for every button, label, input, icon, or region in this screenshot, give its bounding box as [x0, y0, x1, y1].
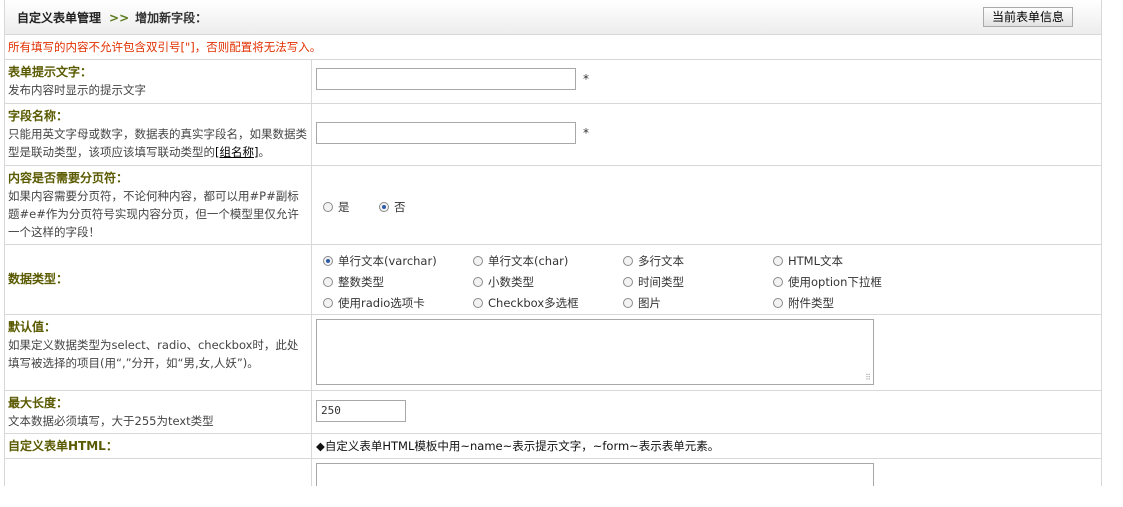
notice-text: 所有填写的内容不允许包含双引号["]，否则配置将无法写入。 — [5, 35, 1101, 60]
row-fieldname: 字段名称： 只能用英文字母或数字，数据表的真实字段名，如果数据类型是联动类型，该… — [5, 104, 1101, 166]
page-header: 自定义表单管理 >> 增加新字段： 当前表单信息 — [5, 0, 1101, 35]
fieldname-input[interactable] — [316, 122, 576, 144]
row-default: 默认值： 如果定义数据类型为select、radio、checkbox时，此处填… — [5, 315, 1101, 391]
option-label: 多行文本 — [638, 254, 684, 268]
option-label: 单行文本(char) — [488, 254, 569, 268]
field-desc: 发布内容时显示的提示文字 — [8, 83, 146, 97]
radio-icon[interactable] — [323, 276, 333, 287]
html-hint: ◆自定义表单HTML模板中用~name~表示提示文字，~form~表示表单元素。 — [316, 439, 720, 453]
option-label: 是 — [338, 200, 350, 214]
datatype-option[interactable]: 使用option下拉框 — [773, 274, 882, 290]
breadcrumb-separator: >> — [109, 11, 130, 25]
pagebreak-option-yes[interactable]: 是 — [323, 199, 350, 215]
option-label: 单行文本(varchar) — [338, 254, 437, 268]
row-html: 自定义表单HTML： ◆自定义表单HTML模板中用~name~表示提示文字，~f… — [5, 434, 1101, 459]
row-maxlength: 最大长度： 文本数据必须填写，大于255为text类型 250 — [5, 391, 1101, 434]
option-label: 使用option下拉框 — [788, 275, 882, 289]
row-label: 自定义表单HTML： — [5, 434, 312, 458]
row-itemname: 表单提示文字： 发布内容时显示的提示文字 * — [5, 60, 1101, 104]
option-label: 否 — [394, 200, 406, 214]
radio-icon[interactable] — [773, 255, 783, 266]
option-label: 附件类型 — [788, 296, 834, 310]
datatype-option[interactable]: 小数类型 — [473, 274, 534, 290]
row-label: 数据类型： — [5, 245, 312, 314]
datatype-option[interactable]: 多行文本 — [623, 253, 684, 269]
datatype-option[interactable]: 整数类型 — [323, 274, 384, 290]
option-label: 时间类型 — [638, 275, 684, 289]
field-title: 字段名称： — [8, 109, 69, 123]
radio-icon[interactable] — [323, 297, 333, 308]
field-desc: 只能用英文字母或数字，数据表的真实字段名，如果数据类型是联动类型，该项应该填写联… — [8, 125, 308, 161]
row-html-editor — [5, 459, 1101, 486]
datatype-option[interactable]: Checkbox多选框 — [473, 295, 579, 311]
current-form-info-button[interactable]: 当前表单信息 — [982, 7, 1073, 27]
row-label: 最大长度： 文本数据必须填写，大于255为text类型 — [5, 391, 312, 433]
option-label: 整数类型 — [338, 275, 384, 289]
radio-selected-icon[interactable] — [323, 255, 333, 266]
radio-icon[interactable] — [623, 276, 633, 287]
field-desc: 如果定义数据类型为select、radio、checkbox时，此处填写被选择的… — [8, 338, 299, 370]
row-control — [313, 459, 1101, 486]
field-desc-end: 。 — [258, 145, 270, 159]
radio-icon[interactable] — [473, 276, 483, 287]
row-label: 默认值： 如果定义数据类型为select、radio、checkbox时，此处填… — [5, 315, 312, 390]
option-label: 使用radio选项卡 — [338, 296, 425, 310]
field-title: 最大长度： — [8, 396, 69, 410]
radio-icon[interactable] — [773, 276, 783, 287]
datatype-options: 单行文本(varchar) 单行文本(char) 多行文本 HTML文本整数类型 小数类… — [313, 245, 1101, 314]
datatype-option[interactable]: 使用radio选项卡 — [323, 295, 425, 311]
row-pagebreak: 内容是否需要分页符： 如果内容需要分页符，不论何种内容，都可以用#P#副标题#e… — [5, 166, 1101, 245]
radio-icon[interactable] — [473, 255, 483, 266]
radio-icon[interactable] — [773, 297, 783, 308]
option-label: HTML文本 — [788, 254, 844, 268]
datatype-option[interactable]: 时间类型 — [623, 274, 684, 290]
row-label — [5, 459, 312, 486]
field-title: 默认值： — [8, 320, 57, 334]
html-template-textarea[interactable] — [316, 463, 874, 486]
row-control: 是 否 — [313, 166, 1101, 244]
option-label: 图片 — [638, 296, 661, 310]
option-label: Checkbox多选框 — [488, 296, 579, 310]
row-control: ⠿ — [313, 315, 1101, 390]
form-panel: 自定义表单管理 >> 增加新字段： 当前表单信息 所有填写的内容不允许包含双引号["… — [4, 0, 1102, 486]
datatype-option[interactable]: HTML文本 — [773, 253, 843, 269]
breadcrumb-current: 增加新字段： — [135, 11, 208, 25]
field-title: 表单提示文字： — [8, 65, 93, 79]
row-datatype: 数据类型： 单行文本(varchar) 单行文本(char) 多行文本 HTML文本整… — [5, 245, 1101, 315]
radio-icon[interactable] — [623, 255, 633, 266]
breadcrumb: 自定义表单管理 >> 增加新字段： — [17, 9, 207, 26]
datatype-option[interactable]: 图片 — [623, 295, 661, 311]
maxlength-input[interactable]: 250 — [316, 400, 406, 422]
row-control: * — [313, 104, 1101, 165]
datatype-option[interactable]: 单行文本(char) — [473, 253, 568, 269]
datatype-option[interactable]: 单行文本(varchar) — [323, 253, 437, 269]
required-mark: * — [583, 72, 589, 86]
pagebreak-option-no[interactable]: 否 — [379, 199, 406, 215]
field-title: 自定义表单HTML： — [8, 439, 118, 453]
row-control: * — [313, 60, 1101, 103]
row-control: 250 — [313, 391, 1101, 433]
option-label: 小数类型 — [488, 275, 534, 289]
breadcrumb-main[interactable]: 自定义表单管理 — [17, 11, 101, 25]
itemname-input[interactable] — [316, 68, 576, 90]
datatype-option[interactable]: 附件类型 — [773, 295, 834, 311]
radio-selected-icon[interactable] — [379, 201, 389, 212]
row-control: ◆自定义表单HTML模板中用~name~表示提示文字，~form~表示表单元素。 — [313, 434, 1101, 458]
row-label: 字段名称： 只能用英文字母或数字，数据表的真实字段名，如果数据类型是联动类型，该… — [5, 104, 312, 165]
radio-icon[interactable] — [623, 297, 633, 308]
row-label: 表单提示文字： 发布内容时显示的提示文字 — [5, 60, 312, 103]
resize-grip-icon[interactable]: ⠿ — [865, 374, 871, 382]
radio-icon[interactable] — [323, 201, 333, 212]
row-label: 内容是否需要分页符： 如果内容需要分页符，不论何种内容，都可以用#P#副标题#e… — [5, 166, 312, 244]
default-value-textarea[interactable]: ⠿ — [316, 319, 874, 385]
radio-icon[interactable] — [473, 297, 483, 308]
field-title: 内容是否需要分页符： — [8, 171, 129, 185]
field-title: 数据类型： — [8, 272, 69, 286]
group-name-link[interactable]: [组名称] — [215, 145, 258, 159]
field-desc: 文本数据必须填写，大于255为text类型 — [8, 414, 214, 428]
field-desc: 如果内容需要分页符，不论何种内容，都可以用#P#副标题#e#作为分页符号实现内容… — [8, 189, 299, 239]
required-mark: * — [583, 126, 589, 140]
